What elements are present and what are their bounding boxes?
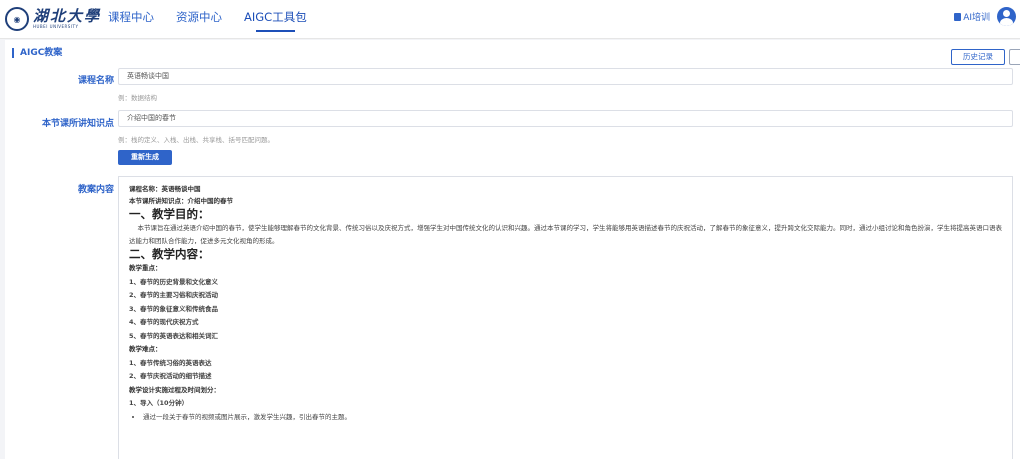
more-button[interactable] (1009, 49, 1020, 65)
section-heading-purpose: 一、教学目的： (129, 207, 210, 221)
purpose-paragraph: 本节课旨在通过英语介绍中国的春节，使学生能够理解春节的文化背景、传统习俗以及庆祝… (129, 224, 1002, 245)
course-name-input[interactable]: 英语畅谈中国 (118, 68, 1013, 85)
top-navigation-bar: ◉ 湖北大學 HUBEI UNIVERSITY 课程中心 资源中心 AIGC工具… (0, 0, 1020, 39)
aigc-lesson-plan-panel: AIGC教案 历史记录 课程名称 英语畅谈中国 例：数据结构 本节课所讲知识点 … (5, 40, 1020, 459)
nav-course-center[interactable]: 课程中心 (108, 0, 154, 38)
hubei-university-logo[interactable]: ◉ 湖北大學 HUBEI UNIVERSITY (5, 6, 101, 32)
book-icon (954, 12, 962, 21)
panel-title: AIGC教案 (12, 48, 62, 58)
nav-aigc-toolkit[interactable]: AIGC工具包 (244, 0, 307, 38)
step-bullet-list: 通过一段关于春节的视频或图片展示，激发学生兴趣，引出春节的主题。 (129, 411, 1002, 425)
key-point-item: 1、春节的历史背景和文化意义 (129, 277, 219, 286)
course-name-hint: 例：数据结构 (118, 94, 157, 102)
nav-resource-center[interactable]: 资源中心 (176, 0, 222, 38)
key-point-item: 4、春节的现代庆祝方式 (129, 318, 199, 326)
step-item: 1、导入（10分钟） (129, 399, 189, 407)
logo-chinese-name: 湖北大學 (33, 7, 102, 25)
design-process-title: 教学设计实施过程及时间划分： (129, 385, 220, 394)
content-course-line: 课程名称：英语畅谈中国 (129, 185, 201, 193)
content-point-line: 本节课所讲知识点：介绍中国的春节 (129, 197, 233, 205)
regenerate-button[interactable]: 重新生成 (118, 150, 172, 165)
ai-training-link[interactable]: AI培训 (954, 10, 990, 23)
key-point-item: 3、春节的象征意义和传统食品 (129, 304, 219, 313)
knowledge-point-input[interactable]: 介绍中国的春节 (118, 110, 1013, 127)
university-seal-icon: ◉ (5, 7, 29, 31)
history-button[interactable]: 历史记录 (951, 49, 1005, 65)
lesson-content-label: 教案内容 (77, 185, 114, 195)
section-heading-content: 二、教学内容： (129, 247, 210, 261)
key-points-title: 教学重点： (129, 264, 162, 272)
knowledge-point-hint: 例：栈的定义、入栈、出栈、共享栈、括号匹配问题。 (118, 136, 274, 144)
difficult-point-item: 1、春节传统习俗的英语表达 (129, 358, 212, 367)
course-name-label: 课程名称 (77, 76, 114, 86)
ai-training-label: AI培训 (963, 13, 990, 23)
knowledge-point-label: 本节课所讲知识点 (41, 119, 114, 129)
difficult-points-title: 教学难点： (129, 345, 162, 353)
key-point-item: 2、春节的主要习俗和庆祝活动 (129, 291, 219, 299)
step-bullet-item: 通过一段关于春节的视频或图片展示，激发学生兴趣，引出春节的主题。 (143, 411, 1002, 425)
lesson-content-box[interactable]: 课程名称：英语畅谈中国 本节课所讲知识点：介绍中国的春节 一、教学目的： 本节课… (118, 176, 1013, 459)
difficult-point-item: 2、春节庆祝活动的细节描述 (129, 372, 212, 380)
user-avatar-icon[interactable] (997, 7, 1016, 26)
logo-english-name: HUBEI UNIVERSITY (33, 24, 79, 29)
main-nav: 课程中心 资源中心 AIGC工具包 (108, 0, 329, 38)
key-point-item: 5、春节的英语表达和相关词汇 (129, 331, 219, 340)
